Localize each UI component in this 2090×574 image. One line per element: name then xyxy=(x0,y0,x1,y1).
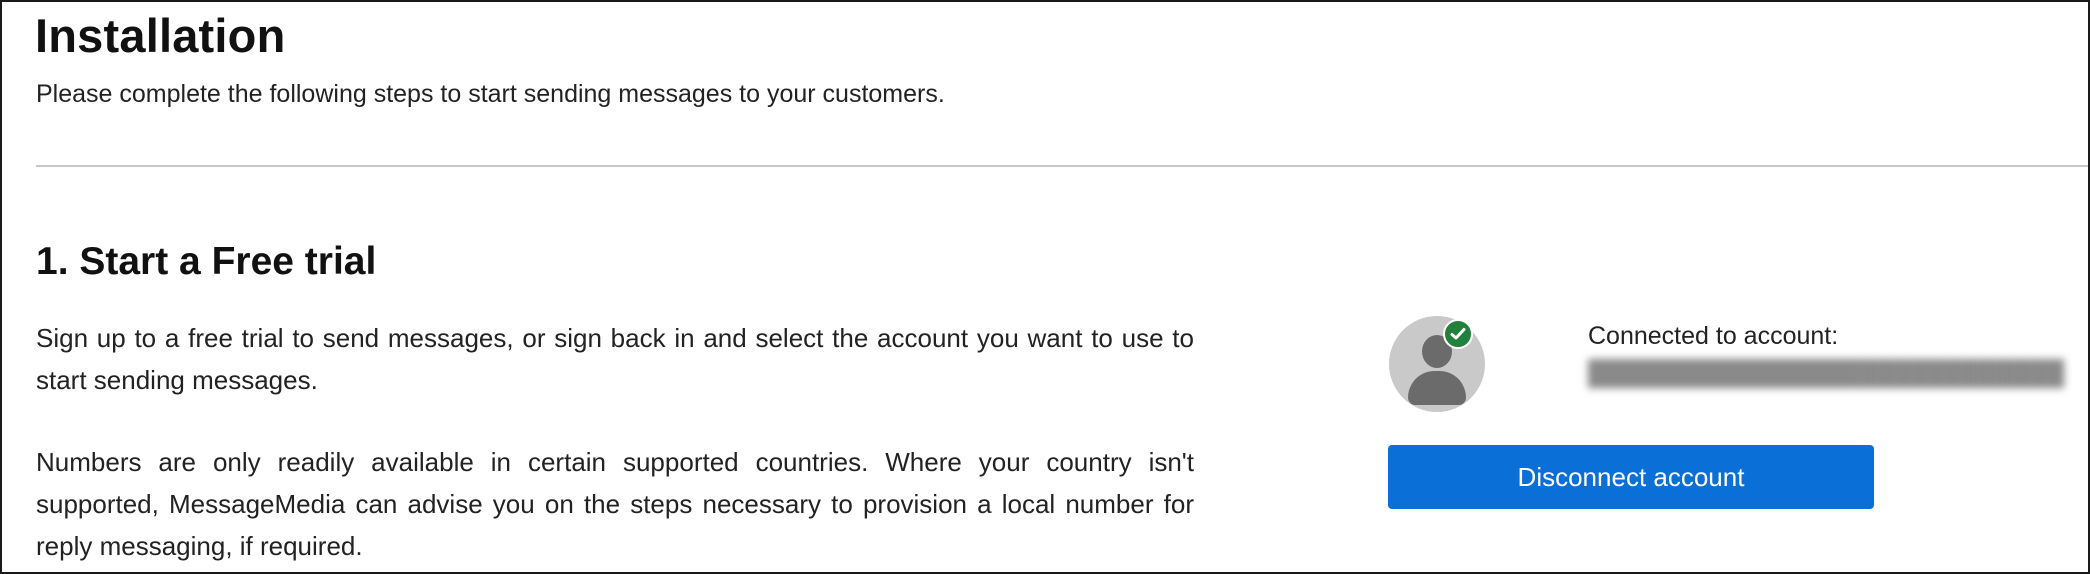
step1-country-note: Numbers are only readily available in ce… xyxy=(36,447,1194,561)
page-subtitle: Please complete the following steps to s… xyxy=(36,80,945,108)
connected-label: Connected to account: xyxy=(1588,322,1839,350)
page-title: Installation xyxy=(35,9,286,62)
disconnect-account-button[interactable]: Disconnect account xyxy=(1388,445,1874,509)
step1-description: Sign up to a free trial to send messages… xyxy=(36,323,1194,395)
installation-panel: Installation Please complete the followi… xyxy=(0,0,2090,574)
section-divider xyxy=(36,165,2088,167)
step1-title: 1. Start a Free trial xyxy=(36,240,377,283)
checkmark-icon xyxy=(1450,328,1466,340)
avatar-body xyxy=(1408,371,1466,405)
account-name-redacted: ████████████████████████████ xyxy=(1588,360,2065,387)
check-circle-icon xyxy=(1443,319,1473,349)
